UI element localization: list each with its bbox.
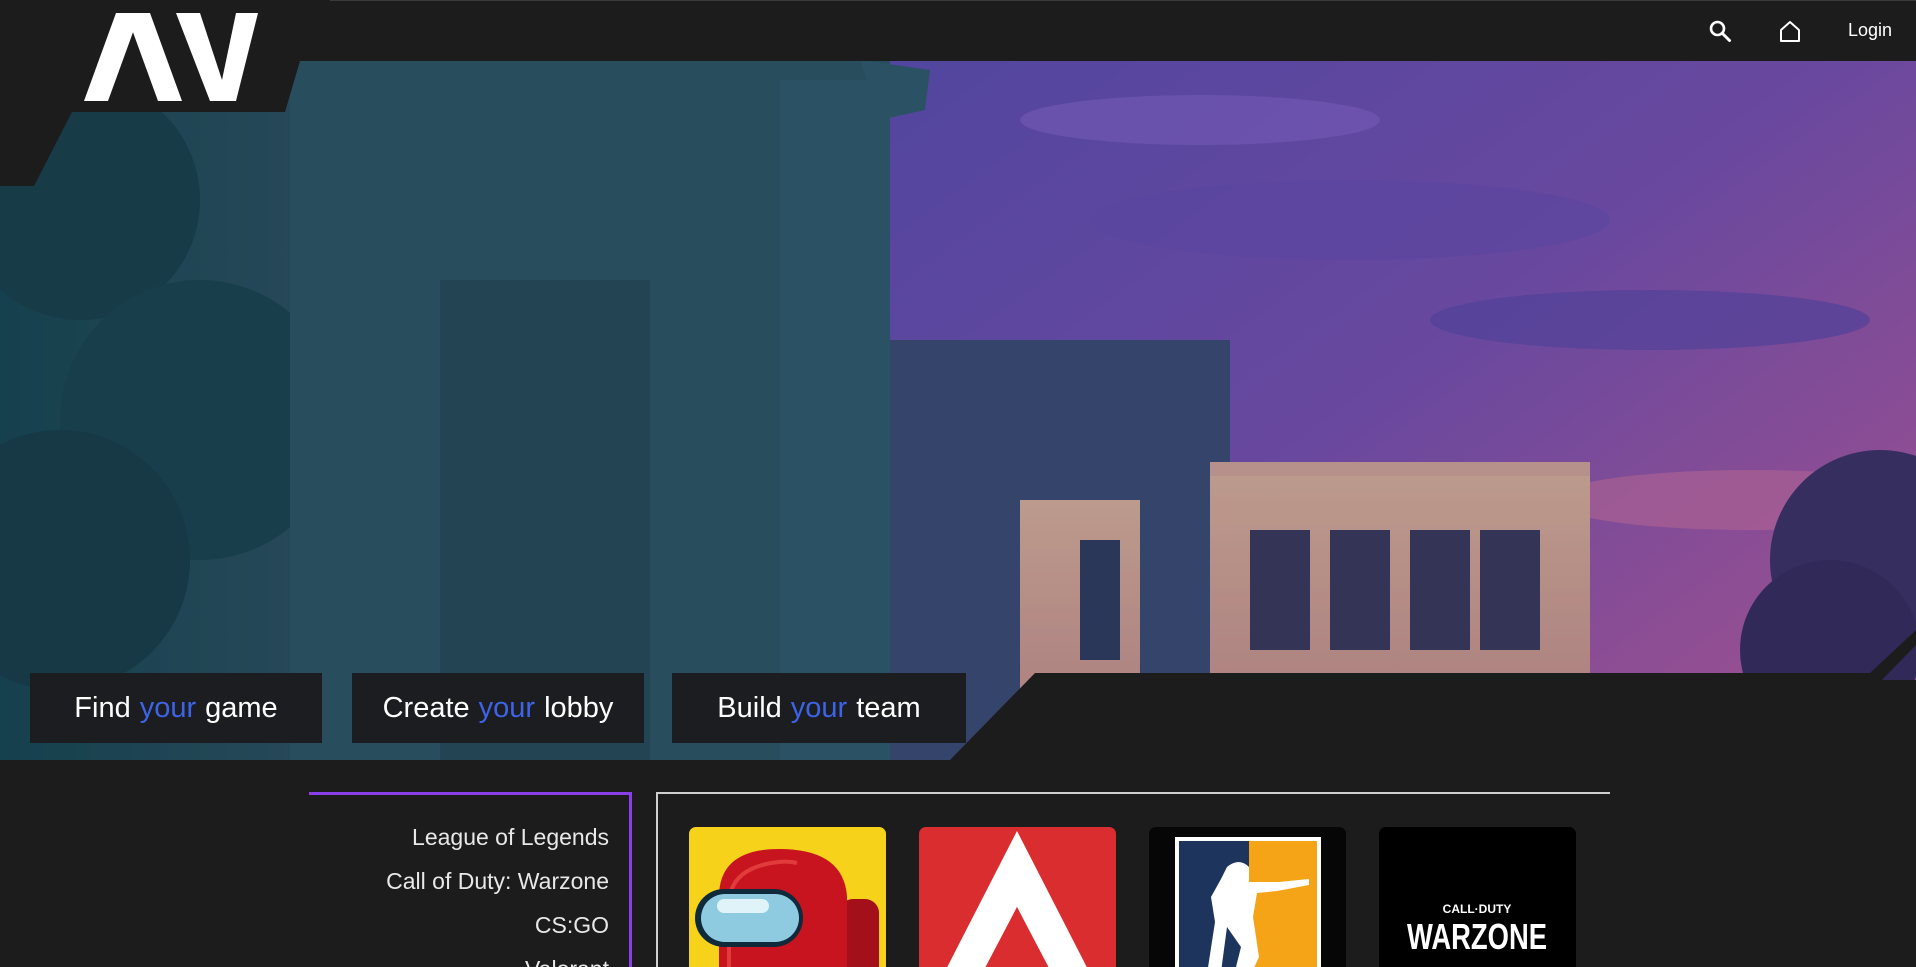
csgo-icon [1175,837,1321,967]
create-lobby-button[interactable]: Create your lobby [352,673,644,743]
game-list-item-csgo[interactable]: CS:GO [309,903,629,947]
csgo-card[interactable] [1149,827,1346,967]
game-list-item-league-of-legends[interactable]: League of Legends [309,815,629,859]
warzone-logo-main: WARZONE [1407,916,1547,957]
cta-accent: your [790,691,848,724]
logo[interactable] [0,0,330,186]
apex-legends-icon [947,831,1087,967]
warzone-card[interactable]: CALL·DUTY WARZONE [1379,827,1576,967]
among-us-card[interactable] [689,827,886,967]
cta-accent: your [478,691,536,724]
cta-suffix: game [205,691,278,724]
warzone-logo-top: CALL·DUTY [1443,902,1512,916]
cta-suffix: team [856,691,921,724]
cta-prefix: Build [717,691,782,724]
warzone-icon: CALL·DUTY WARZONE [1407,902,1547,957]
find-game-button[interactable]: Find your game [30,673,322,743]
nav-actions: Login [1708,0,1916,61]
cta-prefix: Create [382,691,470,724]
home-icon[interactable] [1778,19,1802,43]
cta-suffix: lobby [544,691,614,724]
cta-accent: your [139,691,197,724]
login-link[interactable]: Login [1848,20,1892,41]
apex-legends-card[interactable] [919,827,1116,967]
game-list-item-warzone[interactable]: Call of Duty: Warzone [309,859,629,903]
search-icon[interactable] [1708,19,1732,43]
among-us-icon [695,849,879,967]
game-list-item-valorant[interactable]: Valorant [309,947,629,967]
game-cards-panel: CALL·DUTY WARZONE [656,792,1610,967]
build-team-button[interactable]: Build your team [672,673,966,743]
cta-prefix: Find [74,691,131,724]
game-list: League of Legends Call of Duty: Warzone … [309,792,632,967]
page: Login Find your game Create your lobby Build… [0,0,1916,967]
